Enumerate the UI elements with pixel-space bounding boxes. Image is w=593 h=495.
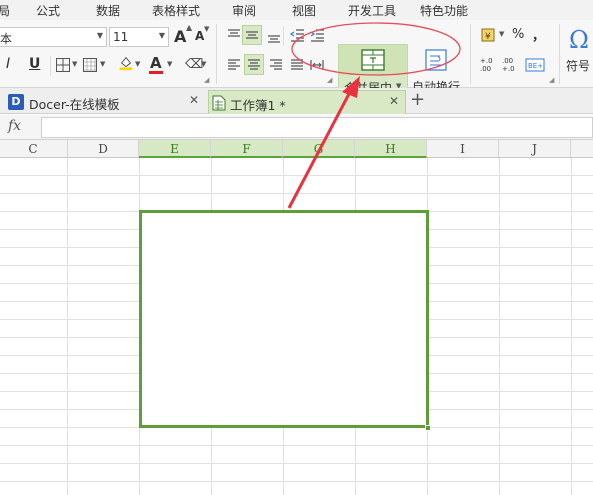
justify-icon[interactable] xyxy=(289,57,305,73)
column-header-c[interactable]: C xyxy=(0,140,68,158)
font-color-swatch xyxy=(149,71,163,74)
close-icon[interactable]: ✕ xyxy=(189,93,199,107)
dialog-launcher-icon[interactable]: ◢ xyxy=(549,76,554,84)
chevron-down-icon: ▼ xyxy=(167,60,173,68)
distributed-icon[interactable] xyxy=(309,57,325,73)
font-name-value: 本 xyxy=(0,32,13,46)
decrease-arrow-icon: ▼ xyxy=(204,25,210,33)
increase-decimal-button[interactable]: +.0 .00 xyxy=(480,57,493,73)
percent-button[interactable]: % xyxy=(512,27,524,42)
menu-bar: 局 公式 数据 表格样式 审阅 视图 开发工具 特色功能 xyxy=(0,0,593,20)
svg-text:¥: ¥ xyxy=(485,32,491,42)
selected-range[interactable] xyxy=(139,210,429,428)
column-header-j[interactable]: J xyxy=(499,140,571,158)
menu-item-data[interactable]: 数据 xyxy=(96,2,120,19)
align-center-icon xyxy=(248,59,260,70)
dialog-launcher-icon[interactable]: ◢ xyxy=(204,76,209,84)
chevron-down-icon: ▼ xyxy=(100,60,106,68)
column-header-h[interactable]: H xyxy=(355,140,427,158)
align-bottom-icon[interactable] xyxy=(266,29,282,45)
align-top-icon[interactable] xyxy=(226,27,242,43)
currency-format-icon[interactable]: ¥ xyxy=(480,26,498,44)
increase-arrow-icon: ▲ xyxy=(186,23,193,32)
align-middle-icon xyxy=(246,31,258,39)
column-header-g[interactable]: G xyxy=(283,140,355,158)
column-header-k[interactable] xyxy=(571,140,593,158)
fill-pattern-icon[interactable] xyxy=(82,57,98,73)
align-right-icon[interactable] xyxy=(268,57,284,73)
menu-item-review[interactable]: 审阅 xyxy=(232,2,256,19)
dialog-launcher-icon[interactable]: ◢ xyxy=(327,76,332,84)
spreadsheet-file-icon xyxy=(212,95,226,111)
convert-format-icon[interactable]: BE+ xyxy=(525,58,545,72)
decrease-decimal-button[interactable]: .00 +.0 xyxy=(502,57,515,73)
column-header-f[interactable]: F xyxy=(211,140,283,158)
document-tab-bar: D Docer-在线模板 ✕ 工作簿1 * ✕ + xyxy=(0,88,593,114)
menu-item-page-layout[interactable]: 局 xyxy=(0,2,10,19)
chevron-down-icon: ▼ xyxy=(135,60,141,68)
formula-input[interactable] xyxy=(41,117,593,138)
menu-item-developer[interactable]: 开发工具 xyxy=(348,2,396,19)
decrease-indent-icon[interactable] xyxy=(289,27,305,43)
decrease-font-button[interactable]: A xyxy=(195,29,204,43)
menu-item-features[interactable]: 特色功能 xyxy=(420,2,468,19)
font-color-button[interactable]: A xyxy=(150,54,162,72)
increase-indent-icon[interactable] xyxy=(309,27,325,43)
tab-workbook1[interactable]: 工作簿1 * ✕ xyxy=(208,90,406,114)
close-icon[interactable]: ✕ xyxy=(389,94,399,108)
function-icon[interactable]: fx xyxy=(8,118,21,134)
menu-item-view[interactable]: 视图 xyxy=(292,2,316,19)
column-header-d[interactable]: D xyxy=(68,140,139,158)
symbol-label[interactable]: 符号 xyxy=(566,57,590,74)
fill-handle[interactable] xyxy=(425,425,431,431)
tab-label: Docer-在线模板 xyxy=(29,97,120,112)
comma-button[interactable]: ， xyxy=(532,25,545,44)
docer-logo-icon: D xyxy=(8,94,24,110)
chevron-down-icon: ▼ xyxy=(158,31,165,40)
wrap-text-icon xyxy=(425,49,447,71)
column-header-i[interactable]: I xyxy=(427,140,499,158)
align-middle-button[interactable] xyxy=(242,25,262,45)
underline-button[interactable]: U xyxy=(29,56,40,72)
chevron-down-icon: ▼ xyxy=(201,60,207,68)
font-size-dropdown[interactable]: 11 ▼ xyxy=(109,27,169,47)
divider xyxy=(470,24,471,84)
border-icon[interactable] xyxy=(55,57,71,73)
fill-color-icon[interactable] xyxy=(118,55,134,71)
divider xyxy=(216,24,217,84)
new-tab-button[interactable]: + xyxy=(410,89,425,110)
align-left-icon[interactable] xyxy=(226,57,242,73)
divider xyxy=(283,26,284,46)
divider xyxy=(559,24,560,84)
column-header-e[interactable]: E xyxy=(139,140,211,158)
tab-label: 工作簿1 * xyxy=(230,98,286,113)
menu-item-table-style[interactable]: 表格样式 xyxy=(152,2,200,19)
chevron-down-icon: ▼ xyxy=(72,60,78,68)
font-name-dropdown[interactable]: 本 ▼ xyxy=(0,27,107,47)
chevron-down-icon: ▼ xyxy=(499,30,505,38)
merge-cells-icon xyxy=(361,49,385,71)
menu-item-formulas[interactable]: 公式 xyxy=(36,2,60,19)
italic-button[interactable]: I xyxy=(6,56,10,72)
svg-text:BE+: BE+ xyxy=(528,62,543,70)
chevron-down-icon: ▼ xyxy=(96,31,103,40)
merge-icon-area xyxy=(339,45,407,75)
tab-docer-templates[interactable]: D Docer-在线模板 ✕ xyxy=(4,90,208,114)
align-center-button[interactable] xyxy=(244,54,264,75)
divider xyxy=(50,56,51,76)
increase-font-button[interactable]: A xyxy=(174,27,186,46)
symbol-omega-icon[interactable]: Ω xyxy=(569,26,589,54)
ribbon: 本 ▼ 11 ▼ A ▲ A ▼ I U ▼ ▼ ▼ A ▼ ⌫ ▼ ◢ ◢ ▼… xyxy=(0,20,593,98)
formula-bar: fx xyxy=(0,115,593,140)
font-size-value: 11 xyxy=(113,30,129,44)
